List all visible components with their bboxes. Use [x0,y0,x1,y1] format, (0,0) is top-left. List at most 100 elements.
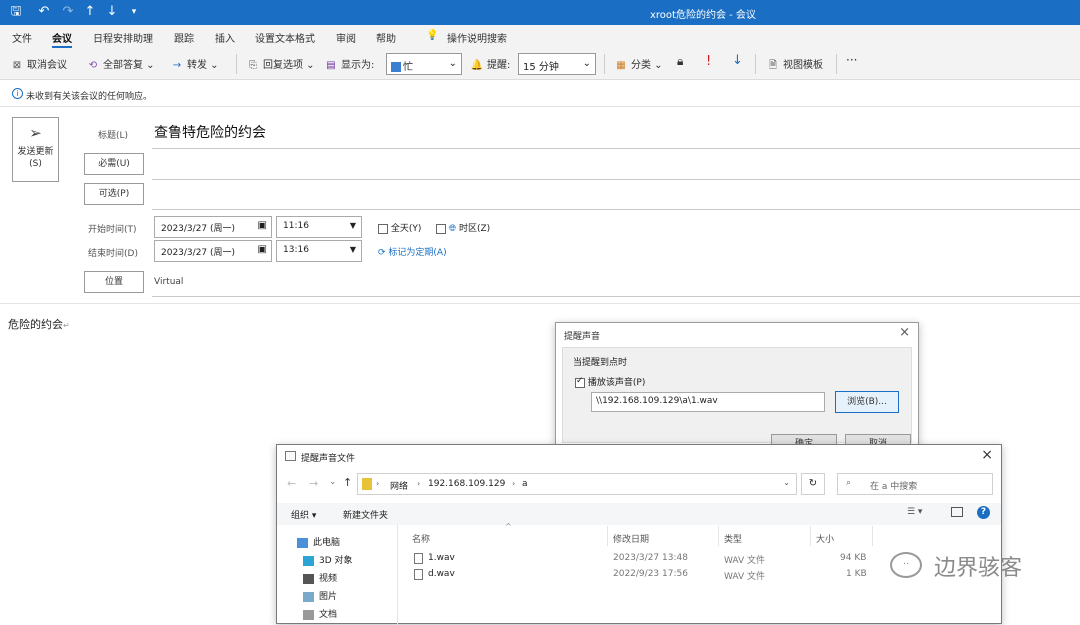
chevron-down-icon: ⌄ [448,58,457,69]
search-box[interactable]: ⌕ 在 a 中搜索 [837,473,993,495]
separator [836,54,837,74]
start-date-field[interactable]: 2023/3/27 (周一) ▣ [154,216,272,238]
refresh-icon[interactable]: ↻ [801,473,825,495]
template-icon: 🗎 [768,60,778,71]
address-bar[interactable]: › 网络 › 192.168.109.129 › a ⌄ [357,473,797,495]
up-folder-icon[interactable]: ↑ [343,476,352,489]
reminder-select[interactable]: 15 分钟 ⌄ [518,53,596,75]
tell-me-search[interactable]: 操作说明搜索 [447,30,507,45]
view-options-icon[interactable]: ☰ ▾ [907,507,922,517]
help-icon[interactable]: ? [977,506,990,519]
file-name: d.wav [428,569,455,579]
search-icon: ⌕ [846,478,852,488]
organize-button[interactable]: 组织 ▾ [291,508,316,521]
column-divider [810,526,811,546]
show-as-select[interactable]: 忙 ⌄ [386,53,462,75]
private-lock-icon[interactable]: 🔒︎ [677,54,683,69]
location-field[interactable]: Virtual [154,277,183,287]
preview-pane-icon[interactable] [951,507,963,517]
tree-item-3d-objects[interactable]: 3D 对象 [303,553,353,566]
close-icon[interactable]: × [899,325,910,340]
new-folder-button[interactable]: 新建文件夹 [343,508,388,521]
subject-field[interactable]: 查鲁特危险的约会 [154,122,266,142]
breadcrumb-separator: › [376,479,380,488]
menu-meeting[interactable]: 会议 [52,30,72,48]
reply-options-button[interactable]: ⎘ 回复选项 ⌄ [246,56,315,71]
back-icon[interactable]: ← [287,477,296,490]
file-date: 2022/9/23 17:56 [613,569,688,579]
optional-attendees-button[interactable]: 可选(P) [84,183,144,205]
show-as-icon: ▤ [326,60,336,71]
tree-item-pictures[interactable]: 图片 [303,589,337,602]
menu-format-text[interactable]: 设置文本格式 [255,30,315,45]
dropdown-icon: ▼ [349,221,356,230]
save-icon[interactable]: 🖫 [8,4,24,20]
breadcrumb-host[interactable]: 192.168.109.129 [428,479,505,489]
view-templates-button[interactable]: 🗎 视图模板 [766,56,823,75]
column-type[interactable]: 类型 [724,532,742,545]
all-day-checkbox[interactable]: 全天(Y) [378,221,421,234]
recent-dropdown-icon[interactable]: ⌄ [329,477,337,487]
divider [0,303,1080,304]
menu-bar: 文件 会议 日程安排助理 跟踪 插入 设置文本格式 审阅 帮助 💡 操作说明搜索 [0,25,1080,48]
file-row[interactable]: 1.wav 2023/3/27 13:48 WAV 文件 94 KB [408,552,878,566]
divider [152,209,1080,210]
menu-scheduling[interactable]: 日程安排助理 [93,30,153,45]
timezone-checkbox[interactable]: 🌐︎ 时区(Z) [436,221,490,234]
column-name[interactable]: 名称 [412,532,430,545]
tree-item-videos[interactable]: 视频 [303,571,337,584]
high-importance-icon[interactable]: ! [706,54,711,69]
up-arrow-icon[interactable]: ↑ [82,4,98,20]
separator [755,54,756,74]
start-time-field[interactable]: 11:16 ▼ [276,216,362,238]
undo-icon[interactable]: ↶ [36,4,52,20]
column-divider [872,526,873,546]
tree-item-documents[interactable]: 文档 [303,607,337,620]
tree-item-this-pc[interactable]: 此电脑 [297,535,340,548]
sort-ascending-icon: ^ [505,522,512,531]
column-date[interactable]: 修改日期 [613,532,649,545]
browse-button[interactable]: 浏览(B)... [835,391,899,413]
sound-path-input[interactable]: \\192.168.109.129\a\1.wav [591,392,825,412]
categorize-button[interactable]: ▦ 分类 ⌄ [614,56,662,71]
end-time-field[interactable]: 13:16 ▼ [276,240,362,262]
close-icon[interactable]: × [981,447,993,463]
breadcrumb-folder[interactable]: a [522,479,528,489]
file-icon [285,451,296,461]
info-message: 未收到有关该会议的任何响应。 [26,92,153,102]
title-label: 标题(L) [98,131,129,141]
more-options-button[interactable]: ··· [846,53,857,67]
menu-insert[interactable]: 插入 [215,30,235,45]
chevron-down-icon[interactable]: ⌄ [783,478,790,487]
end-date-field[interactable]: 2023/3/27 (周一) ▣ [154,240,272,262]
divider [152,179,1080,180]
info-icon: i [12,88,23,99]
down-arrow-icon[interactable]: ↓ [104,4,120,20]
send-update-button[interactable]: ➢ 发送更新(S) [12,117,59,182]
menu-file[interactable]: 文件 [12,30,32,45]
reply-all-icon: ⟲ [88,60,98,71]
forward-button[interactable]: → 转发 ⌄ [170,56,219,71]
reply-all-button[interactable]: ⟲ 全部答复 ⌄ [86,56,155,71]
redo-icon[interactable]: ↷ [60,4,76,20]
column-divider [718,526,719,546]
file-row[interactable]: d.wav 2022/9/23 17:56 WAV 文件 1 KB [408,568,878,582]
forward-nav-icon[interactable]: → [309,477,318,490]
meeting-body[interactable]: 危险的约会↵ [8,316,70,332]
cancel-meeting-button[interactable]: ⊠ 取消会议 [10,56,67,71]
required-attendees-button[interactable]: 必需(U) [84,153,144,175]
video-icon [303,573,314,584]
customize-icon[interactable]: ▾ [126,4,142,20]
search-placeholder: 在 a 中搜索 [870,482,918,492]
menu-tracking[interactable]: 跟踪 [174,30,194,45]
location-button[interactable]: 位置 [84,271,144,293]
menu-help[interactable]: 帮助 [376,30,396,45]
low-importance-icon[interactable]: ↓ [732,53,743,68]
column-size[interactable]: 大小 [816,532,834,545]
divider [152,296,1080,297]
play-sound-checkbox[interactable]: 播放该声音(P) [575,375,645,388]
breadcrumb-network[interactable]: 网络 [390,479,408,492]
file-date: 2023/3/27 13:48 [613,553,688,563]
make-recurring-link[interactable]: ⟳ 标记为定期(A) [378,245,447,258]
menu-review[interactable]: 审阅 [336,30,356,45]
